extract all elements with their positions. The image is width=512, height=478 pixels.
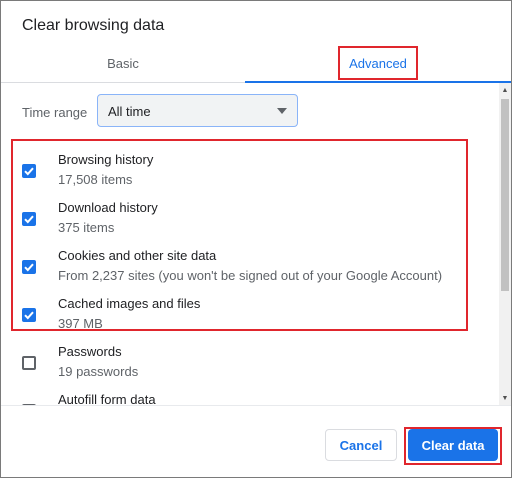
item-detail: From 2,237 sites (you won't be signed ou… [58,268,443,283]
clear-data-button[interactable]: Clear data [408,429,498,461]
time-range-select[interactable]: All time [97,94,298,127]
list-item-browsing-history: Browsing history 17,508 items [1,152,499,196]
item-label: Passwords [58,344,122,359]
options-scroll-area[interactable]: Time range All time Browsing history 17,… [1,83,499,405]
scroll-up-arrow-icon[interactable]: ▲ [499,83,511,97]
time-range-value: All time [108,104,151,119]
item-label: Download history [58,200,158,215]
list-item-cookies: Cookies and other site data From 2,237 s… [1,248,499,292]
item-detail: 375 items [58,220,115,235]
chevron-down-icon [277,108,287,114]
check-icon [24,311,34,320]
scroll-down-arrow-icon[interactable]: ▼ [499,391,511,405]
tab-basic-label: Basic [107,56,139,71]
tab-basic[interactable]: Basic [1,45,245,83]
item-detail: 17,508 items [58,172,133,187]
list-item-cached-images: Cached images and files 397 MB [1,296,499,340]
dialog-footer: Cancel Clear data [1,405,511,477]
checkbox-cached-images[interactable] [22,308,36,322]
item-label: Autofill form data [58,392,156,405]
dialog-title: Clear browsing data [22,17,165,34]
item-label: Browsing history [58,152,154,167]
clear-browsing-data-dialog: Clear browsing data Basic Advanced Time … [0,0,512,478]
check-icon [24,167,34,176]
time-range-label: Time range [22,105,88,120]
tab-advanced-label: Advanced [338,46,418,80]
item-label: Cookies and other site data [58,248,217,263]
scrollbar-thumb[interactable] [501,99,509,291]
check-icon [24,263,34,272]
check-icon [24,215,34,224]
cancel-button[interactable]: Cancel [325,429,397,461]
list-item-autofill: Autofill form data [1,392,499,405]
list-item-passwords: Passwords 19 passwords [1,344,499,388]
checkbox-cookies[interactable] [22,260,36,274]
item-detail: 397 MB [58,316,103,331]
item-detail: 19 passwords [58,364,139,379]
vertical-scrollbar[interactable]: ▲ ▼ [499,83,511,405]
tab-advanced[interactable]: Advanced [245,45,511,83]
checkbox-download-history[interactable] [22,212,36,226]
checkbox-browsing-history[interactable] [22,164,36,178]
tab-bar: Basic Advanced [1,45,511,83]
list-item-download-history: Download history 375 items [1,200,499,244]
item-label: Cached images and files [58,296,201,311]
checkbox-passwords[interactable] [22,356,36,370]
